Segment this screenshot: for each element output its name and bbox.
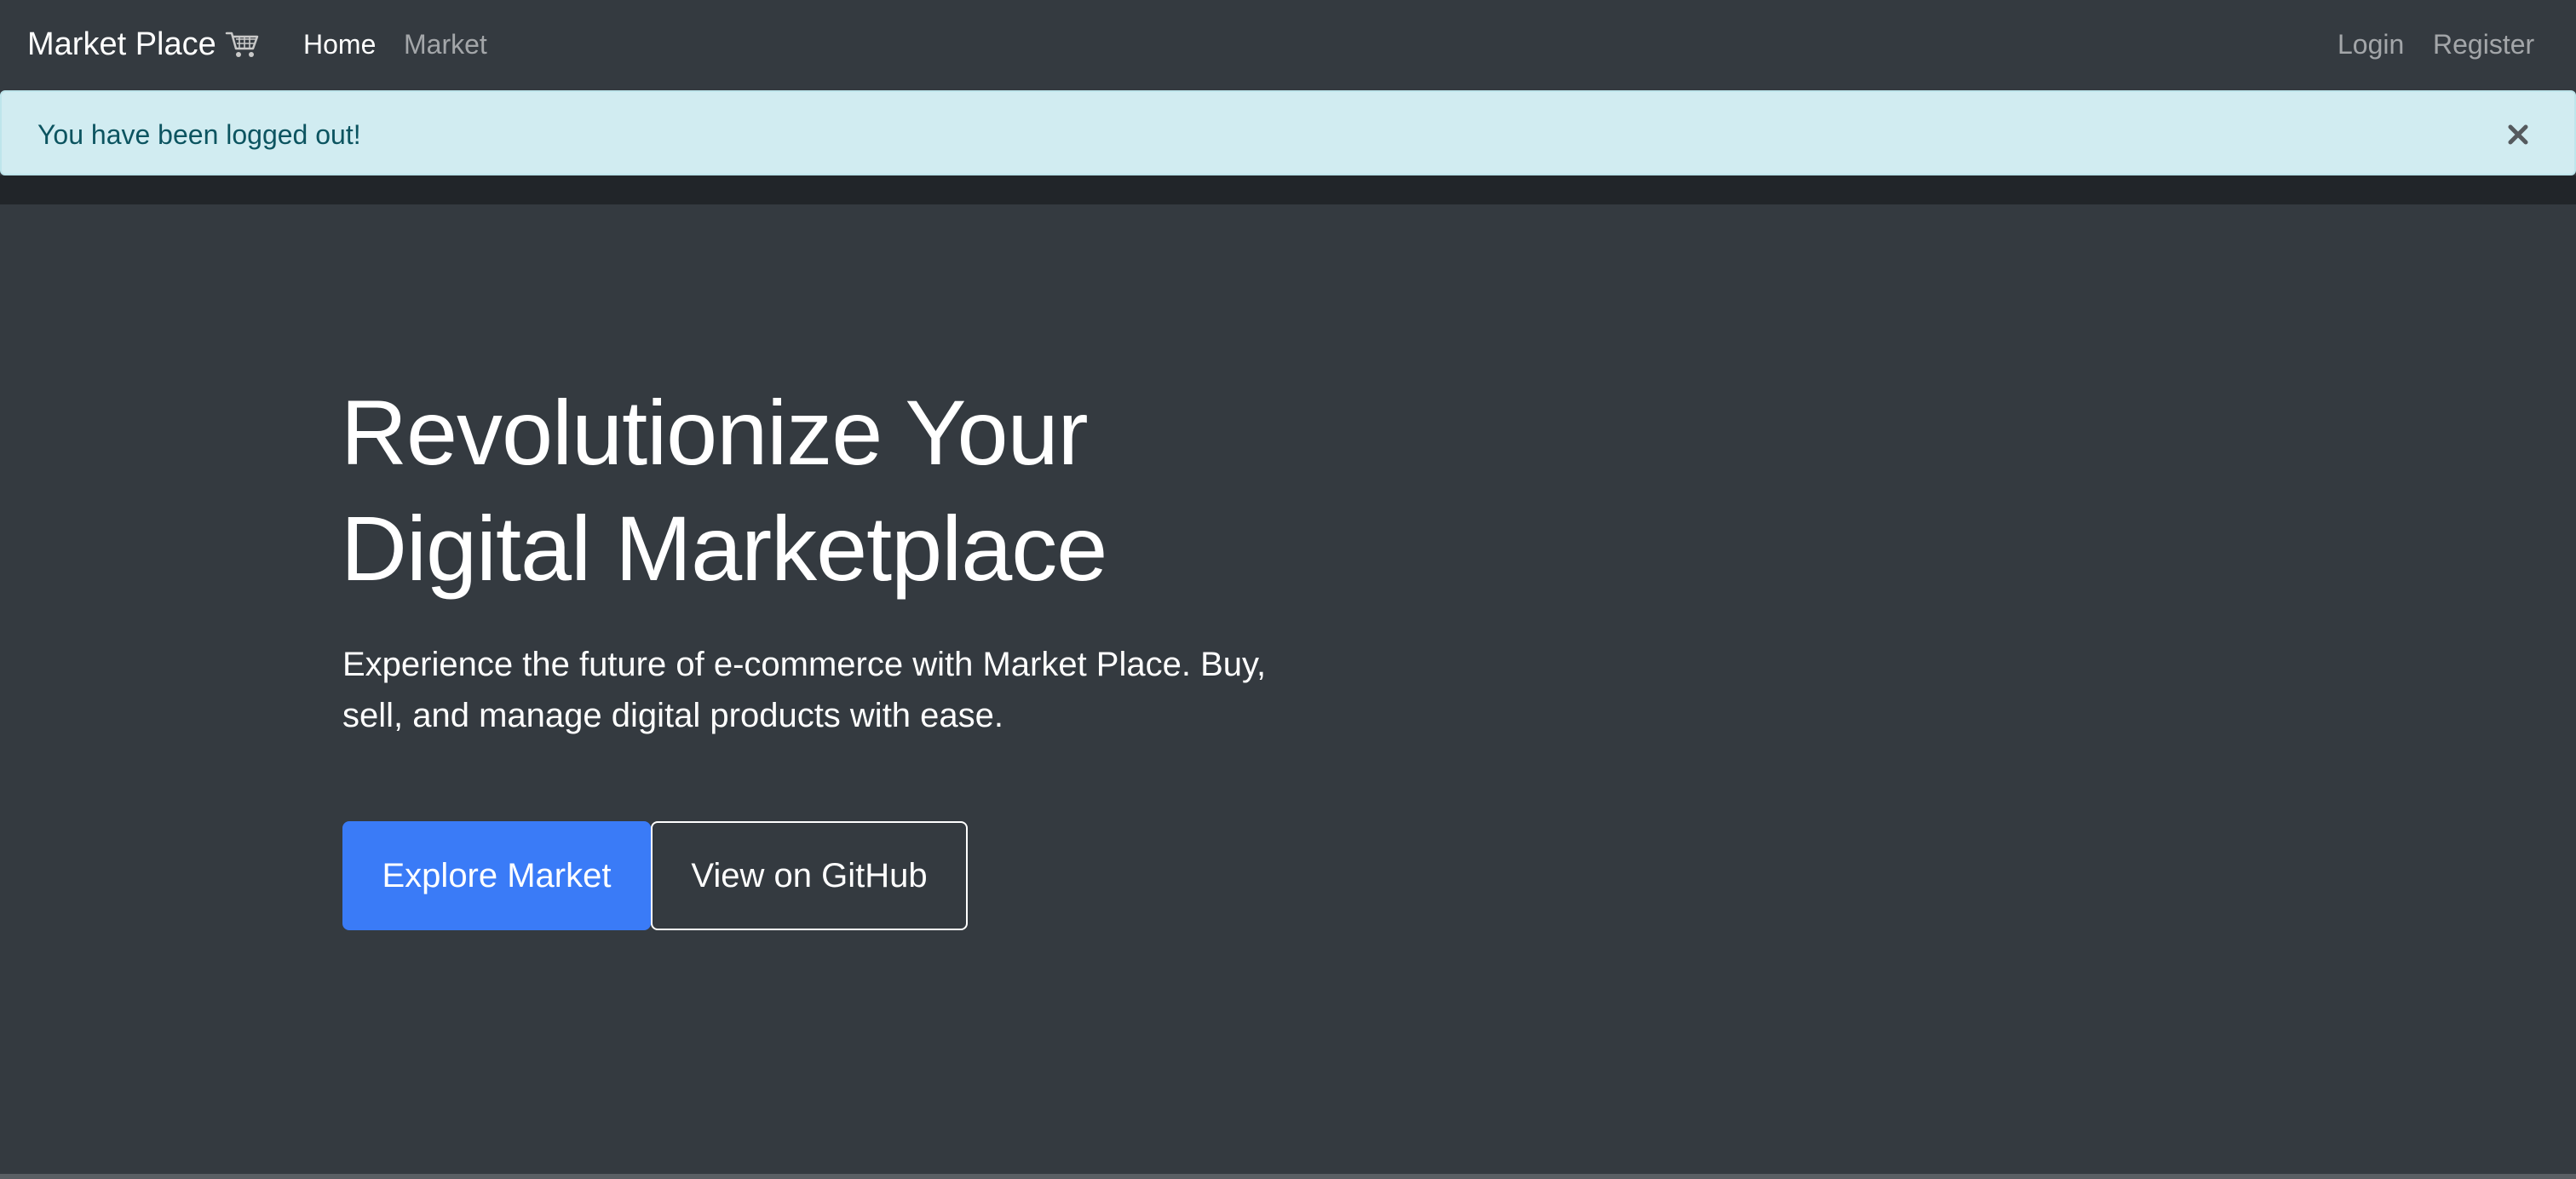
explore-market-button[interactable]: Explore Market <box>342 821 651 930</box>
shopping-cart-icon <box>225 32 258 57</box>
hero-title: Revolutionize Your Digital Marketplace <box>341 375 1363 607</box>
hero-title-line-1: Revolutionize Your <box>341 381 1089 484</box>
nav-login-link[interactable]: Login <box>2337 24 2404 65</box>
divider-strip <box>0 175 2576 204</box>
alert-close-button[interactable] <box>2498 114 2539 155</box>
hero-title-line-2: Digital Marketplace <box>341 497 1107 600</box>
alert-message: You have been logged out! <box>37 119 361 150</box>
brand-label: Market Place <box>27 26 216 62</box>
brand[interactable]: Market Place <box>27 20 261 68</box>
nav-home-link[interactable]: Home <box>303 24 376 65</box>
bottom-border <box>0 1174 2576 1179</box>
nav-market-link[interactable]: Market <box>404 24 487 65</box>
view-on-github-button[interactable]: View on GitHub <box>651 821 968 930</box>
hero-lead-text: Experience the future of e-commerce with… <box>342 646 1267 734</box>
navbar: Market Place Home Market Login Register <box>0 0 2576 89</box>
logout-alert: You have been logged out! <box>0 90 2576 175</box>
nav-register-link[interactable]: Register <box>2433 24 2534 65</box>
hero-section: Revolutionize Your Digital Marketplace E… <box>0 204 2576 1174</box>
close-icon <box>2508 124 2528 145</box>
